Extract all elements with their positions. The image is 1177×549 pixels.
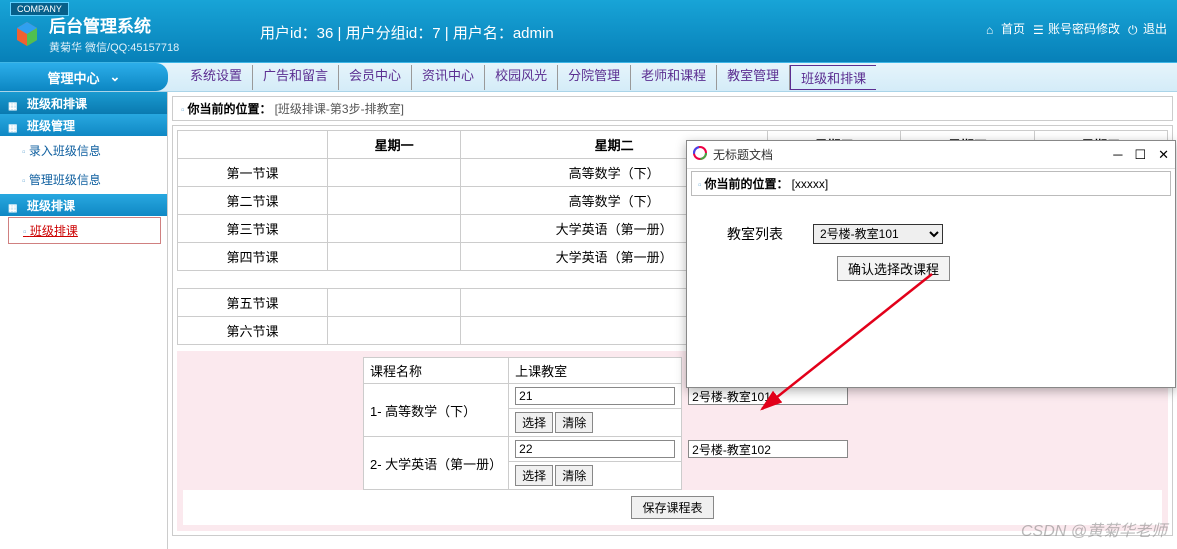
page-icon	[22, 144, 26, 158]
period-label: 第三节课	[178, 215, 328, 243]
nav-item[interactable]: 资讯中心	[412, 65, 485, 90]
schedule-header: 星期一	[328, 131, 461, 159]
breadcrumb: 你当前的位置：[班级排课-第3步-排教室]	[172, 96, 1173, 121]
schedule-cell[interactable]	[328, 159, 461, 187]
schedule-cell[interactable]	[328, 289, 461, 317]
header: COMPANY 后台管理系统 黄菊华 微信/QQ:45157718 用户id：3…	[0, 0, 1177, 62]
grid-icon	[8, 98, 18, 108]
list-icon	[8, 200, 18, 210]
assign-col-room: 上课教室	[509, 358, 682, 384]
popup-title: 无标题文档	[713, 146, 1113, 163]
sidebar: 班级和排课 班级管理 录入班级信息 管理班级信息 班级排课 班级排课	[0, 92, 168, 549]
room-cell	[682, 437, 855, 462]
nav-bar: 管理中心⌄ 系统设置广告和留言会员中心资讯中心校园风光分院管理老师和课程教室管理…	[0, 62, 1177, 92]
nav-item[interactable]: 分院管理	[558, 65, 631, 90]
maximize-icon[interactable]: ☐	[1134, 147, 1146, 163]
sidebar-header: 班级和排课	[0, 92, 167, 114]
course-id-cell	[509, 437, 682, 462]
schedule-cell[interactable]	[328, 243, 461, 271]
nav-item[interactable]: 广告和留言	[253, 65, 339, 90]
app-subtitle: 黄菊华 微信/QQ:45157718	[49, 39, 179, 55]
assign-col-course: 课程名称	[364, 358, 509, 384]
home-icon: ⌂	[986, 23, 998, 35]
popup-window: 无标题文档 ─ ☐ ✕ 你当前的位置：[xxxxx] 教室列表 2号楼-教室10…	[686, 140, 1176, 388]
period-label: 第五节课	[178, 289, 328, 317]
room-select[interactable]: 2号楼-教室101	[813, 224, 943, 244]
schedule-cell[interactable]	[328, 215, 461, 243]
nav-item[interactable]: 老师和课程	[631, 65, 717, 90]
logo-icon	[13, 20, 41, 53]
save-schedule-button[interactable]: 保存课程表	[631, 496, 713, 519]
user-info: 用户id：36 | 用户分组id：7 | 用户名：admin	[260, 22, 554, 43]
sidebar-item-class-schedule[interactable]: 班级排课	[8, 217, 161, 244]
period-label: 第六节课	[178, 317, 328, 345]
power-icon: ⏻	[1128, 23, 1140, 35]
page-icon	[698, 177, 702, 191]
action-cell: 选择清除	[509, 409, 682, 437]
nav-item[interactable]: 校园风光	[485, 65, 558, 90]
clear-button[interactable]: 清除	[555, 465, 593, 486]
room-input[interactable]	[688, 440, 848, 458]
home-link[interactable]: ⌂首页	[986, 20, 1025, 37]
popup-breadcrumb: 你当前的位置：[xxxxx]	[691, 171, 1171, 196]
nav-item[interactable]: 教室管理	[717, 65, 790, 90]
period-label: 第一节课	[178, 159, 328, 187]
table-row: 2- 大学英语（第一册）	[364, 437, 855, 462]
logout-link[interactable]: ⏻退出	[1128, 20, 1167, 37]
company-badge: COMPANY	[10, 2, 69, 16]
page-icon	[181, 102, 185, 116]
popup-titlebar[interactable]: 无标题文档 ─ ☐ ✕	[687, 141, 1175, 169]
chevron-down-icon: ⌄	[110, 69, 121, 85]
select-button[interactable]: 选择	[515, 465, 553, 486]
app-icon	[693, 146, 707, 163]
nav-item[interactable]: 班级和排课	[790, 65, 876, 90]
period-label: 第四节课	[178, 243, 328, 271]
page-icon	[23, 224, 27, 238]
course-name: 1- 高等数学（下）	[364, 384, 509, 437]
schedule-header	[178, 131, 328, 159]
close-icon[interactable]: ✕	[1158, 147, 1169, 163]
nav-management-center[interactable]: 管理中心⌄	[0, 63, 168, 91]
clear-button[interactable]: 清除	[555, 412, 593, 433]
action-cell: 选择清除	[509, 462, 682, 490]
password-link[interactable]: ☰账号密码修改	[1033, 20, 1120, 37]
course-name: 2- 大学英语（第一册）	[364, 437, 509, 490]
room-input[interactable]	[688, 387, 848, 405]
period-label: 第二节课	[178, 187, 328, 215]
schedule-cell[interactable]	[328, 317, 461, 345]
sidebar-item-manage-class[interactable]: 管理班级信息	[0, 165, 167, 194]
course-id-input[interactable]	[515, 440, 675, 458]
schedule-cell[interactable]	[328, 187, 461, 215]
sidebar-section-class-manage[interactable]: 班级管理	[0, 114, 167, 136]
minimize-icon[interactable]: ─	[1113, 147, 1122, 163]
sidebar-section-schedule[interactable]: 班级排课	[0, 194, 167, 216]
list-icon	[8, 120, 18, 130]
list-icon: ☰	[1033, 23, 1045, 35]
confirm-select-button[interactable]: 确认选择改课程	[837, 256, 950, 281]
select-button[interactable]: 选择	[515, 412, 553, 433]
page-icon	[22, 173, 26, 187]
course-id-input[interactable]	[515, 387, 675, 405]
room-list-label: 教室列表	[727, 224, 783, 244]
course-id-cell	[509, 384, 682, 409]
sidebar-item-input-class[interactable]: 录入班级信息	[0, 136, 167, 165]
nav-item[interactable]: 会员中心	[339, 65, 412, 90]
nav-item[interactable]: 系统设置	[180, 65, 253, 90]
